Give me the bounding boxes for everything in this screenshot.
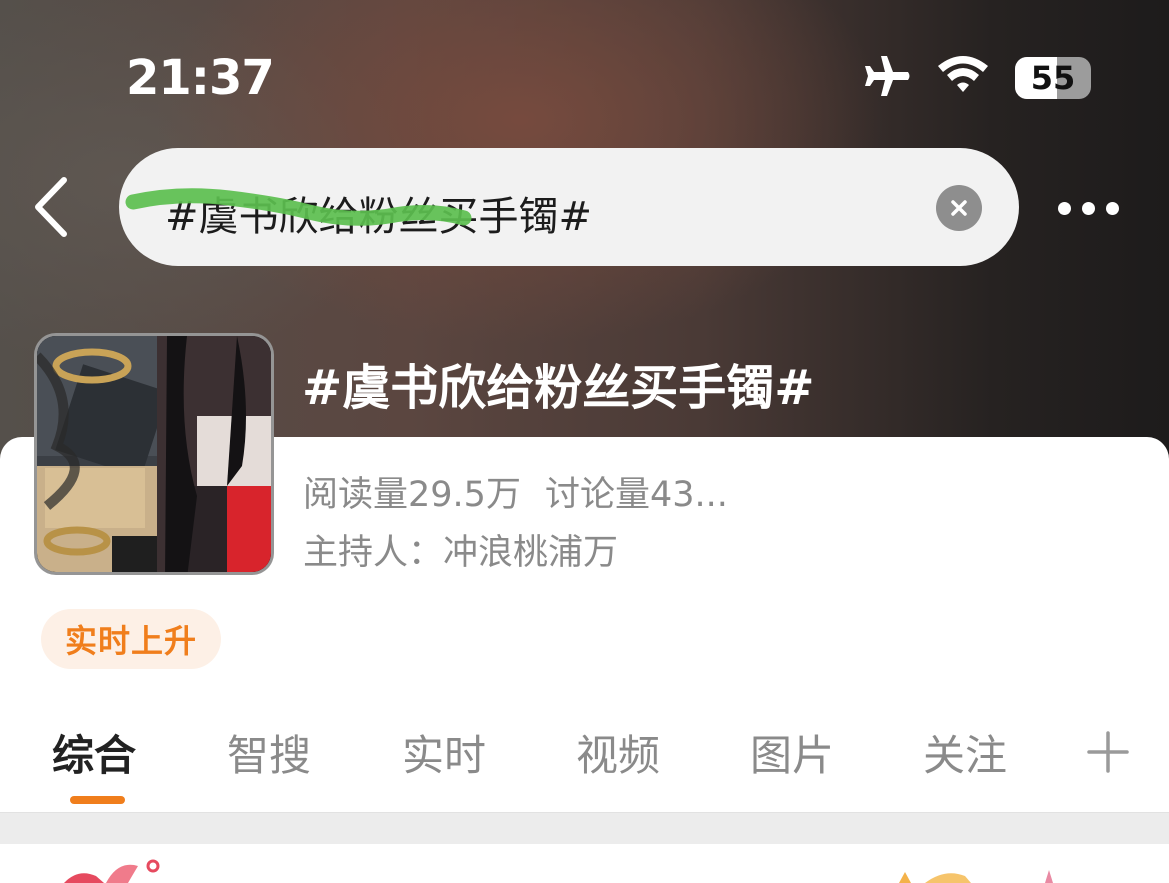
host-name: 冲浪桃浦万 [443, 533, 619, 573]
reads-label: 阅读量 [303, 475, 409, 515]
back-button[interactable] [28, 172, 76, 242]
decorative-sticker-right [895, 866, 1065, 883]
wifi-icon [937, 56, 989, 100]
tab-following[interactable]: 关注 [923, 722, 1007, 783]
search-tabs: 综合 智搜 实时 视频 图片 关注 [0, 722, 1169, 792]
close-icon [951, 200, 967, 216]
host-label: 主持人： [303, 533, 444, 573]
tab-video[interactable]: 视频 [576, 722, 660, 783]
active-tab-indicator [70, 796, 125, 804]
more-dot [1058, 201, 1071, 215]
decorative-sticker-left [58, 858, 168, 883]
add-tab-button[interactable] [1087, 731, 1129, 773]
status-time: 21:37 [126, 50, 275, 106]
search-input[interactable]: #虞书欣给粉丝买手镯# [119, 148, 1019, 266]
topic-stats: 阅读量29.5万 讨论量43... [303, 466, 728, 517]
section-divider [0, 812, 1169, 844]
battery-icon: 55 [1015, 57, 1091, 99]
topic-title: #虞书欣给粉丝买手镯# [302, 360, 815, 416]
discussions-label: 讨论量 [544, 475, 650, 515]
search-query: #虞书欣给粉丝买手镯# [165, 194, 593, 240]
cover-photo [37, 336, 271, 572]
clear-search-button[interactable] [936, 185, 982, 231]
more-dot [1106, 201, 1119, 215]
tab-realtime[interactable]: 实时 [402, 722, 486, 783]
chevron-left-icon [35, 177, 67, 237]
more-dot [1082, 201, 1095, 215]
plus-icon [1087, 731, 1129, 773]
tab-smart-search[interactable]: 智搜 [227, 722, 311, 783]
more-options-button[interactable] [1058, 196, 1130, 220]
battery-level: 55 [1030, 59, 1076, 97]
tab-images[interactable]: 图片 [750, 722, 834, 783]
topic-cover-image[interactable] [34, 333, 274, 575]
airplane-mode-icon [861, 54, 911, 102]
topic-host[interactable]: 主持人：冲浪桃浦万 [303, 524, 618, 575]
status-icons: 55 [861, 56, 1091, 100]
reads-value: 29.5万 [408, 475, 521, 515]
discussions-value: 43... [649, 475, 728, 515]
tab-comprehensive[interactable]: 综合 [52, 722, 136, 783]
trending-badge: 实时上升 [41, 609, 221, 669]
